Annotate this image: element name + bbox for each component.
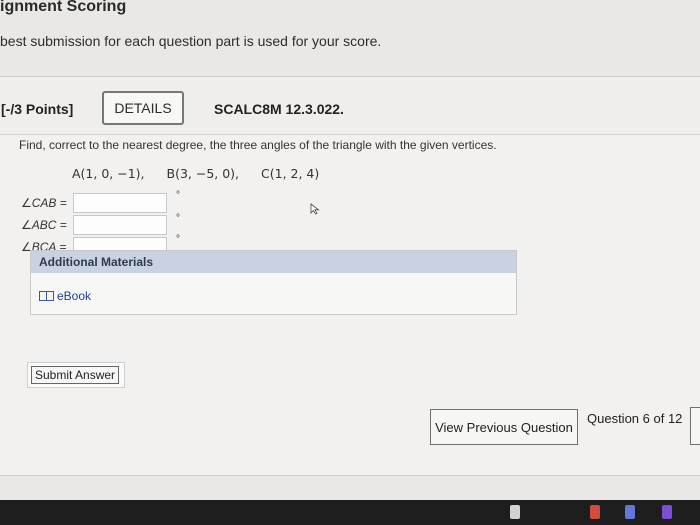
vertex-c: C(1, 2, 4) xyxy=(261,166,320,181)
degree-symbol: ° xyxy=(176,213,180,224)
question-header: [-/3 Points] DETAILS SCALC8M 12.3.022. xyxy=(0,77,700,135)
angle-abc-label: ∠ABC = xyxy=(21,218,67,232)
taskbar-app-icon[interactable] xyxy=(590,505,600,519)
book-icon xyxy=(39,291,54,301)
vertex-b: B(3, −5, 0), xyxy=(166,166,240,181)
angle-cab-input[interactable] xyxy=(73,193,167,213)
question-position: Question 6 of 12 xyxy=(587,411,683,426)
angle-cab-row: ∠CAB = xyxy=(21,193,167,213)
additional-materials-title: Additional Materials xyxy=(31,251,516,273)
submit-answer-button[interactable]: Submit Answer xyxy=(31,366,120,384)
points-label: [-/3 Points] xyxy=(1,101,74,117)
angle-abc-input[interactable] xyxy=(73,215,167,235)
taskbar xyxy=(0,500,700,525)
taskbar-app-icon[interactable] xyxy=(662,505,672,519)
taskbar-app-icon[interactable] xyxy=(510,505,520,519)
degree-symbol: ° xyxy=(176,234,180,245)
taskbar-app-icon[interactable] xyxy=(625,505,635,519)
question-code: SCALC8M 12.3.022. xyxy=(214,101,344,117)
additional-materials-panel: Additional Materials eBook xyxy=(30,250,517,315)
question-prompt: Find, correct to the nearest degree, the… xyxy=(19,138,497,152)
vertex-a: A(1, 0, −1), xyxy=(72,166,145,181)
details-button[interactable]: DETAILS xyxy=(102,91,184,125)
submit-area: Submit Answer xyxy=(27,362,125,388)
next-question-button-edge[interactable] xyxy=(690,407,700,445)
angle-abc-row: ∠ABC = xyxy=(21,215,167,235)
vertex-list: A(1, 0, −1), B(3, −5, 0), C(1, 2, 4) xyxy=(72,166,337,181)
ebook-link[interactable]: eBook xyxy=(39,289,91,303)
assignment-title: ignment Scoring xyxy=(0,0,127,15)
scoring-note: best submission for each question part i… xyxy=(0,33,382,49)
degree-symbol: ° xyxy=(176,190,180,201)
angle-cab-label: ∠CAB = xyxy=(21,196,67,210)
ebook-label: eBook xyxy=(57,289,92,303)
view-previous-question-button[interactable]: View Previous Question xyxy=(430,409,578,445)
mouse-cursor-icon xyxy=(310,203,320,215)
